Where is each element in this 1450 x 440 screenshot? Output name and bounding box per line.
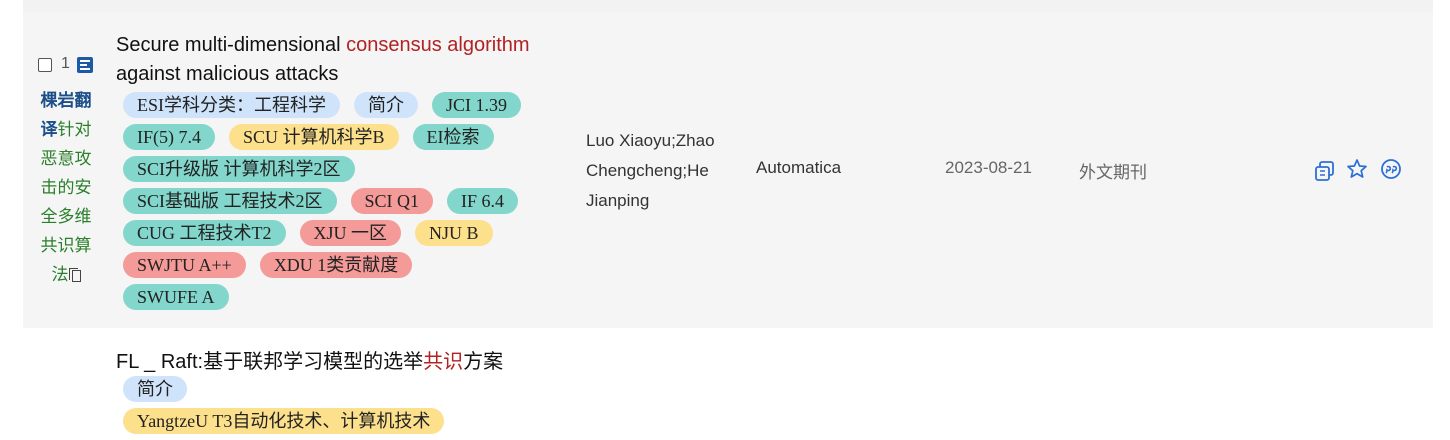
tag-row: SCI基础版 工程技术2区 SCI Q1 IF 6.4 [123,188,583,220]
copy-icon[interactable] [1314,160,1336,182]
tag-row: ESI学科分类：工程科学 简介 JCI 1.39 [123,92,583,124]
tag-row: CUG 工程技术T2 XJU 一区 NJU B [123,220,583,252]
tag-badge[interactable]: EI检索 [412,124,494,150]
tag-row: SCI升级版 计算机科学2区 [123,156,583,188]
tag-badge[interactable]: ESI学科分类：工程科学 [123,92,340,118]
tag-row: YangtzeU T3自动化技术、计算机技术 [123,408,623,440]
star-icon[interactable] [1346,158,1368,180]
tag-badge[interactable]: XJU 一区 [299,220,402,246]
tag-list: ESI学科分类：工程科学 简介 JCI 1.39 IF(5) 7.4 SCU 计算机科学… [123,92,583,316]
previous-row-strip [23,0,1433,12]
tag-badge[interactable]: 简介 [123,376,187,402]
title2-highlight: 共识 [423,351,464,373]
tag-badge[interactable]: SWJTU A++ [123,252,246,278]
tag-row: SWUFE A [123,284,583,316]
authors[interactable]: Luo Xiaoyu;Zhao Chengcheng;He Jianping [586,126,746,216]
journal-name[interactable]: Automatica [756,158,841,178]
title-text: Secure multi-dimensional [116,34,347,56]
quote-icon[interactable] [1380,158,1402,180]
tag-badge[interactable]: JCI 1.39 [432,92,522,118]
tag-row: IF(5) 7.4 SCU 计算机科学B EI检索 [123,124,583,156]
translation-block: 棵岩翻译针对恶意攻击的安全多维共识算法 [36,86,96,289]
tag-badge[interactable]: SCI Q1 [350,188,434,214]
tag-badge[interactable]: SCU 计算机科学B [229,124,399,150]
publish-date: 2023-08-21 [945,158,1032,177]
tag-badge[interactable]: IF(5) 7.4 [123,124,215,150]
title-text-rest: against malicious attacks [116,63,339,85]
paper-title[interactable]: Secure multi-dimensional consensus algor… [116,31,576,89]
translated-title: 针对恶意攻击的安全多维共识算法 [40,120,92,284]
list-icon[interactable] [77,57,93,73]
tag-badge[interactable]: 简介 [354,92,418,118]
tag-badge[interactable]: IF 6.4 [447,188,519,214]
tag-badge[interactable]: SWUFE A [123,284,229,310]
source-type: 外文期刊 [1079,163,1147,182]
tag-row: SWJTU A++ XDU 1类贡献度 [123,252,583,284]
title-highlight: consensus algorithm [346,34,530,56]
tag-list-2: 简介 YangtzeU T3自动化技术、计算机技术 [123,376,623,440]
tag-badge[interactable]: YangtzeU T3自动化技术、计算机技术 [123,408,445,434]
copy-icon[interactable] [68,268,81,282]
title2-text: FL _ Raft:基于联邦学习模型的选举 [116,351,424,373]
tag-badge[interactable]: SCI基础版 工程技术2区 [123,188,337,214]
tag-badge[interactable]: XDU 1类贡献度 [259,252,413,278]
tag-badge[interactable]: NJU B [415,220,493,246]
tag-badge[interactable]: SCI升级版 计算机科学2区 [123,156,355,182]
title2-text-rest: 方案 [463,351,504,373]
result-index: 1 [61,55,70,72]
tag-row: 简介 [123,376,623,408]
select-checkbox[interactable] [38,58,52,72]
tag-badge[interactable]: CUG 工程技术T2 [123,220,286,246]
paper-title-2[interactable]: FL _ Raft:基于联邦学习模型的选举共识方案 [116,345,503,374]
